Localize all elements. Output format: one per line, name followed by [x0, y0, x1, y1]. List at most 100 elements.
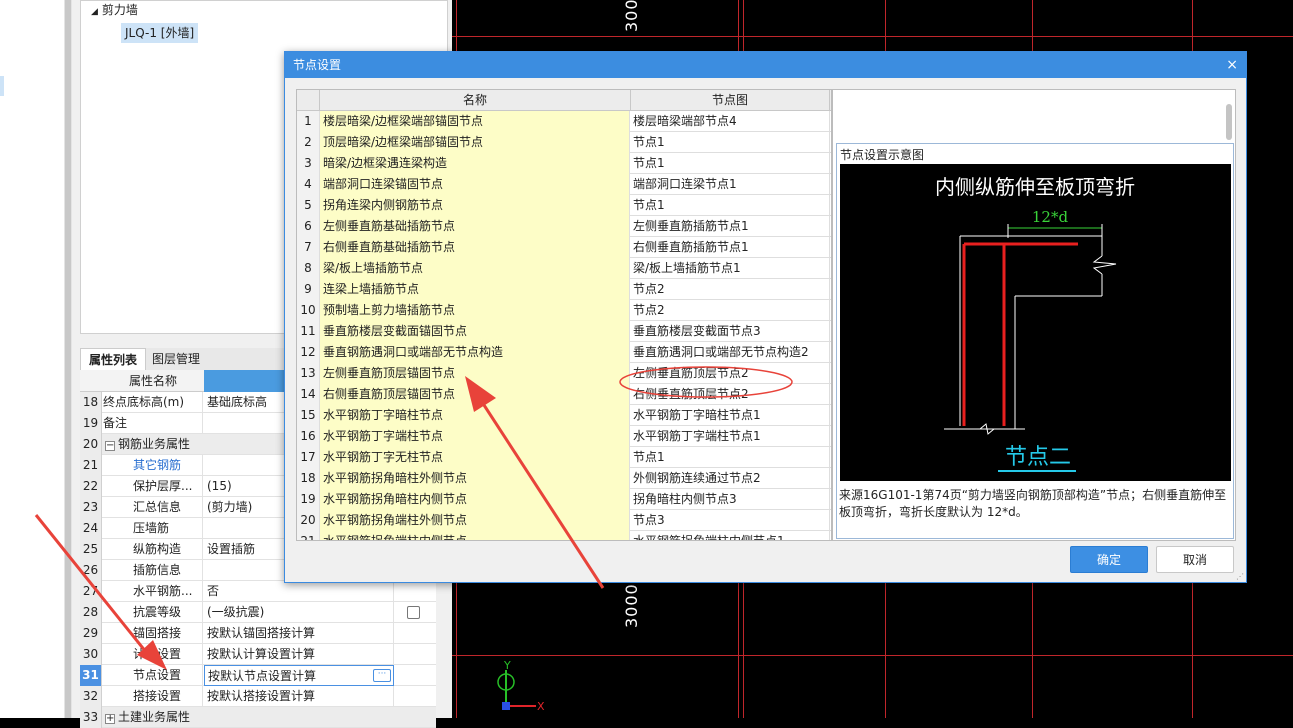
node-name: 顶层暗梁/边框梁端部锚固节点	[319, 132, 630, 153]
node-name: 水平钢筋丁字端柱节点	[319, 426, 630, 447]
table-row[interactable]: 6 左侧垂直筋基础插筋节点 左侧垂直筋插筋节点1	[297, 216, 831, 237]
node-diagram-cell[interactable]: 外侧钢筋连续通过节点2	[630, 468, 830, 489]
node-diagram-cell[interactable]: 节点1	[630, 153, 830, 174]
node-diagram-cell[interactable]: 左侧垂直筋插筋节点1	[630, 216, 830, 237]
table-row[interactable]: 11 垂直筋楼层变截面锚固节点 垂直筋楼层变截面节点3	[297, 321, 831, 342]
node-diagram-cell[interactable]: 水平钢筋丁字端柱节点1	[630, 426, 830, 447]
table-row[interactable]: 1 楼层暗梁/边框梁端部锚固节点 楼层暗梁端部节点4	[297, 111, 831, 132]
table-row[interactable]: 5 拐角连梁内侧钢筋节点 节点1	[297, 195, 831, 216]
property-value[interactable]: 按默认搭接设置计算	[204, 686, 394, 707]
property-name: 搭接设置	[103, 686, 203, 707]
node-description: 来源16G101-1第74页“剪力墙竖向钢筋顶部构造”节点；右侧垂直筋伸至板顶弯…	[839, 488, 1227, 519]
node-diagram-cell[interactable]: 节点1	[630, 195, 830, 216]
node-diagram-cell[interactable]: 节点1	[630, 447, 830, 468]
property-value[interactable]: 按默认锚固搭接计算	[204, 623, 394, 644]
node-diagram-cell[interactable]: 左侧垂直筋顶层节点2	[630, 363, 830, 384]
table-row[interactable]: 10 预制墙上剪力墙插筋节点 节点2	[297, 300, 831, 321]
tree-node-label: 剪力墙	[101, 3, 138, 17]
ok-button[interactable]: 确定	[1070, 546, 1148, 573]
tree-node-shear-wall[interactable]: ◢ 剪力墙	[91, 1, 138, 19]
row-number: 26	[80, 560, 102, 581]
property-extra	[395, 602, 436, 623]
table-row[interactable]: 3 暗梁/边框梁遇连梁构造 节点1	[297, 153, 831, 174]
table-row[interactable]: 29 锚固搭接 按默认锚固搭接计算	[80, 623, 436, 644]
node-diagram-cell[interactable]: 节点2	[630, 300, 830, 321]
table-row[interactable]: 30 计算设置 按默认计算设置计算	[80, 644, 436, 665]
table-row[interactable]: 16 水平钢筋丁字端柱节点 水平钢筋丁字端柱节点1	[297, 426, 831, 447]
table-row[interactable]: 19 水平钢筋拐角暗柱内侧节点 拐角暗柱内侧节点3	[297, 489, 831, 510]
attribute-checkbox[interactable]	[407, 606, 420, 619]
node-name: 水平钢筋丁字暗柱节点	[319, 405, 630, 426]
node-diagram-cell[interactable]: 节点1	[630, 132, 830, 153]
table-row[interactable]: 13 左侧垂直筋顶层锚固节点 左侧垂直筋顶层节点2	[297, 363, 831, 384]
node-diagram-cell[interactable]: 垂直筋遇洞口或端部无节点构造2	[630, 342, 830, 363]
node-diagram-cell[interactable]: 右侧垂直筋插筋节点1	[630, 237, 830, 258]
property-value[interactable]: (一级抗震)	[204, 602, 394, 623]
table-row[interactable]: 8 梁/板上墙插筋节点 梁/板上墙插筋节点1	[297, 258, 831, 279]
table-row[interactable]: 4 端部洞口连梁锚固节点 端部洞口连梁节点1	[297, 174, 831, 195]
preview-group-title: 节点设置示意图	[840, 148, 925, 162]
triangle-down-icon[interactable]: ◢	[91, 7, 98, 17]
property-name: 终点底标高(m)	[103, 392, 203, 413]
node-diagram-cell[interactable]: 节点2	[630, 279, 830, 300]
close-icon[interactable]: ×	[1226, 52, 1238, 78]
tab-properties[interactable]: 属性列表	[80, 348, 147, 370]
row-number: 10	[297, 300, 319, 321]
table-row[interactable]: 27 水平钢筋... 否	[80, 581, 436, 602]
expand-icon[interactable]: +	[105, 714, 115, 724]
node-diagram-cell[interactable]: 拐角暗柱内侧节点3	[630, 489, 830, 510]
table-row[interactable]: 12 垂直钢筋遇洞口或端部无节点构造 垂直筋遇洞口或端部无节点构造2	[297, 342, 831, 363]
more-button[interactable]: ···	[373, 669, 391, 682]
tree-node-jlq1[interactable]: JLQ-1 [外墙]	[121, 23, 199, 43]
collapse-icon[interactable]: −	[105, 441, 115, 451]
node-diagram-cell[interactable]: 节点3	[630, 510, 830, 531]
scrollbar-thumb[interactable]	[65, 0, 71, 718]
table-row[interactable]: 15 水平钢筋丁字暗柱节点 水平钢筋丁字暗柱节点1	[297, 405, 831, 426]
vertical-scrollbar[interactable]	[64, 0, 72, 718]
property-extra	[395, 665, 436, 686]
row-number: 31	[80, 665, 102, 686]
table-row[interactable]: 7 右侧垂直筋基础插筋节点 右侧垂直筋插筋节点1	[297, 237, 831, 258]
table-row[interactable]: 21 水平钢筋拐角端柱内侧节点 水平钢筋拐角端柱内侧节点1	[297, 531, 831, 540]
node-name: 右侧垂直筋顶层锚固节点	[319, 384, 630, 405]
node-diagram-cell[interactable]: 垂直筋楼层变截面节点3	[630, 321, 830, 342]
node-name: 水平钢筋拐角暗柱外侧节点	[319, 468, 630, 489]
diagram-node-label: 节点二	[1005, 445, 1071, 470]
tab-layers[interactable]: 图层管理	[144, 348, 208, 370]
dimension-label: 3000	[622, 583, 641, 628]
table-row[interactable]: 14 右侧垂直筋顶层锚固节点 右侧垂直筋顶层节点2	[297, 384, 831, 405]
node-diagram-cell[interactable]: 梁/板上墙插筋节点1	[630, 258, 830, 279]
node-diagram-cell[interactable]: 水平钢筋丁字暗柱节点1	[630, 405, 830, 426]
node-diagram-cell[interactable]: 右侧垂直筋顶层节点2	[630, 384, 830, 405]
left-strip	[0, 0, 64, 718]
row-number: 29	[80, 623, 102, 644]
table-row[interactable]: 17 水平钢筋丁字无柱节点 节点1	[297, 447, 831, 468]
property-value[interactable]: 按默认计算设置计算	[204, 644, 394, 665]
table-row[interactable]: 18 水平钢筋拐角暗柱外侧节点 外侧钢筋连续通过节点2	[297, 468, 831, 489]
dialog-title-bar[interactable]: 节点设置 ×	[285, 52, 1246, 78]
row-number: 28	[80, 602, 102, 623]
property-name: 抗震等级	[103, 602, 203, 623]
row-number: 25	[80, 539, 102, 560]
header-property-name: 属性名称	[128, 374, 177, 388]
node-diagram-cell[interactable]: 楼层暗梁端部节点4	[630, 111, 830, 132]
table-row[interactable]: 20 水平钢筋拐角端柱外侧节点 节点3	[297, 510, 831, 531]
property-value[interactable]: 否	[204, 581, 394, 602]
diagram-title: 内侧纵筋伸至板顶弯折	[935, 175, 1135, 199]
table-row-selected[interactable]: 31 节点设置 按默认节点设置计算 ···	[80, 665, 436, 686]
cancel-button[interactable]: 取消	[1156, 546, 1234, 573]
resize-grip-icon[interactable]: ⋰	[1236, 572, 1244, 581]
table-row[interactable]: 32 搭接设置 按默认搭接设置计算	[80, 686, 436, 707]
table-row[interactable]: 28 抗震等级 (一级抗震)	[80, 602, 436, 623]
table-row[interactable]: 2 顶层暗梁/边框梁端部锚固节点 节点1	[297, 132, 831, 153]
row-number: 19	[297, 489, 319, 510]
node-setting-value-cell[interactable]: 按默认节点设置计算 ···	[204, 665, 394, 686]
node-table: 名称 节点图 1 楼层暗梁/边框梁端部锚固节点 楼层暗梁端部节点4 2 顶层暗梁/边框梁…	[296, 89, 832, 541]
preview-scrollbar-thumb[interactable]	[1226, 104, 1232, 140]
node-preview-panel: 节点设置示意图 内侧纵筋伸至板顶弯折 12*d 节点二 来源16G101-1第7…	[832, 89, 1236, 541]
node-diagram-cell[interactable]: 水平钢筋拐角端柱内侧节点1	[630, 531, 830, 540]
row-number: 17	[297, 447, 319, 468]
table-row[interactable]: 9 连梁上墙插筋节点 节点2	[297, 279, 831, 300]
node-diagram-cell[interactable]: 端部洞口连梁节点1	[630, 174, 830, 195]
property-name: 备注	[103, 413, 203, 434]
